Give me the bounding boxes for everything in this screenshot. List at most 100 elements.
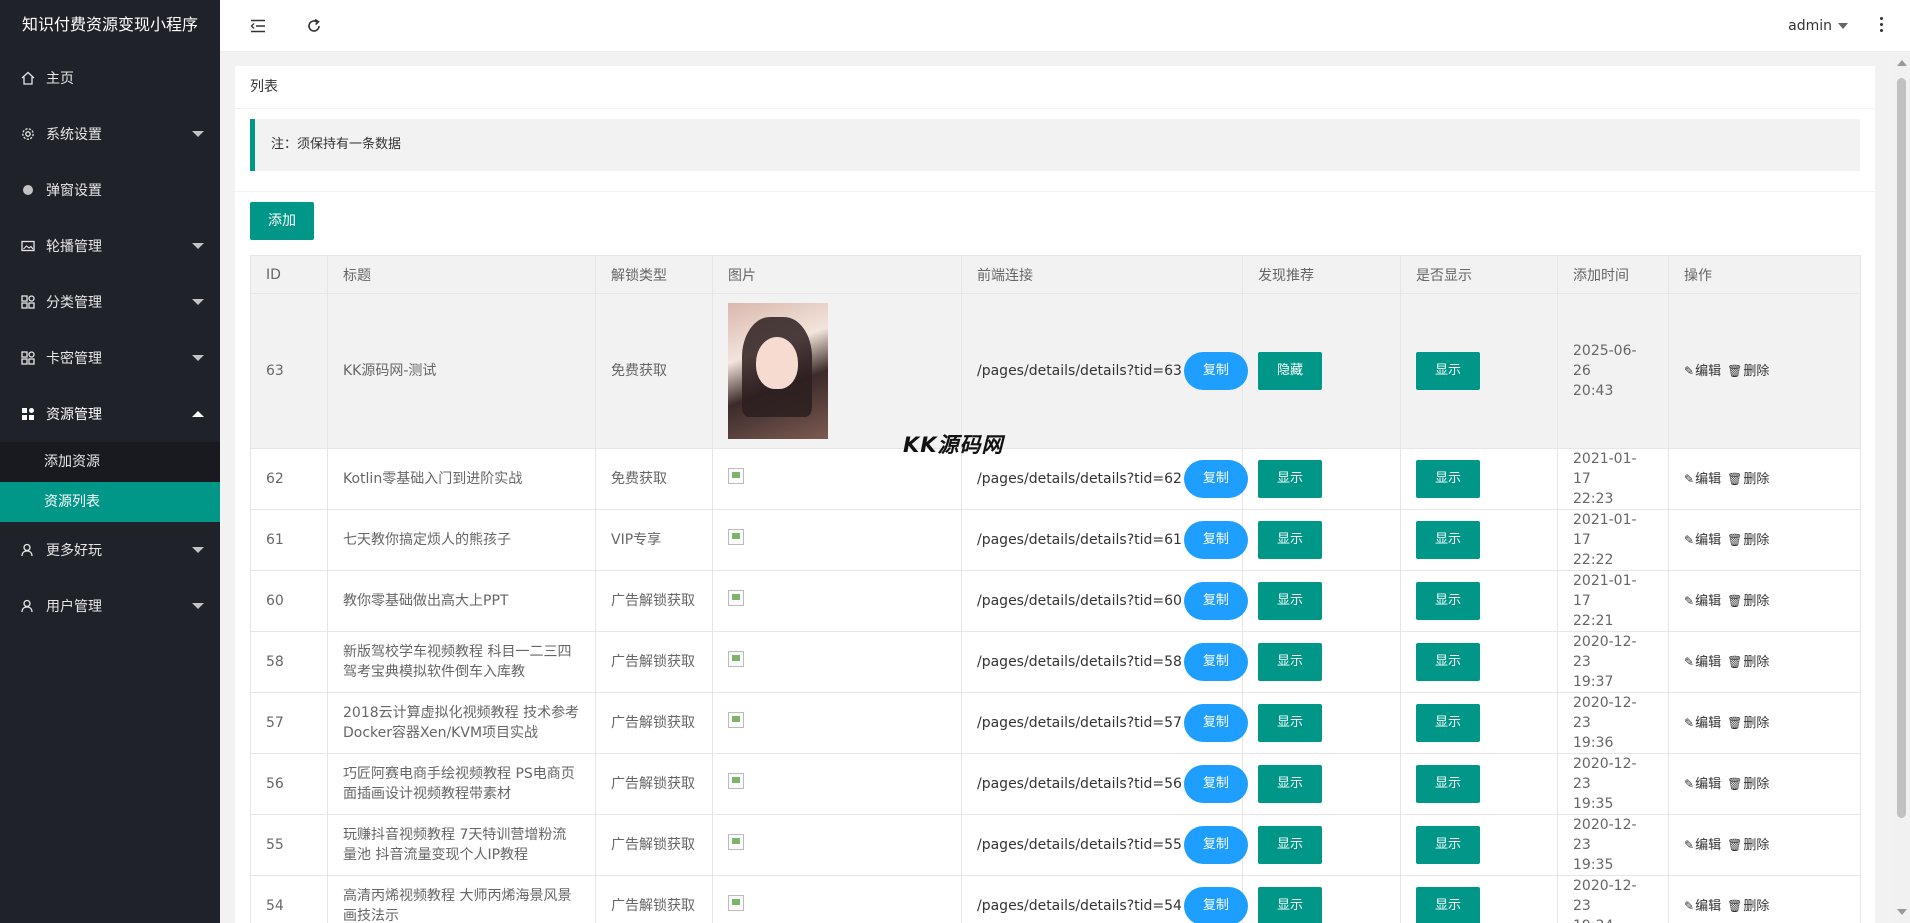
delete-link[interactable]: 🗑删除 bbox=[1727, 472, 1769, 487]
edit-link[interactable]: ✎编辑 bbox=[1684, 899, 1721, 914]
cell-id: 54 bbox=[250, 875, 328, 923]
scroll-up-icon[interactable] bbox=[1897, 60, 1907, 66]
cell-image bbox=[712, 293, 962, 449]
refresh-icon[interactable] bbox=[304, 16, 324, 36]
pencil-icon: ✎ bbox=[1684, 837, 1695, 852]
recommend-toggle-button[interactable]: 显示 bbox=[1258, 521, 1322, 559]
copy-button[interactable]: 复制 bbox=[1183, 643, 1248, 681]
edit-label: 编辑 bbox=[1695, 715, 1722, 731]
edit-link[interactable]: ✎编辑 bbox=[1684, 533, 1721, 548]
sidebar-item-more-fun[interactable]: 更多好玩 bbox=[0, 522, 220, 578]
page-scrollbar[interactable] bbox=[1893, 52, 1910, 923]
show-toggle-button[interactable]: 显示 bbox=[1416, 582, 1480, 620]
column-header: 添加时间 bbox=[1557, 255, 1669, 294]
delete-link[interactable]: 🗑删除 bbox=[1727, 838, 1769, 853]
show-toggle-button[interactable]: 显示 bbox=[1416, 521, 1480, 559]
card-title: 列表 bbox=[235, 66, 1875, 109]
cell-title: 2018云计算虚拟化视频教程 技术参考Docker容器Xen/KVM项目实战 bbox=[327, 692, 596, 754]
recommend-toggle-button[interactable]: 显示 bbox=[1258, 643, 1322, 681]
resource-table: ID 标题 解锁类型 图片 前端连接 发现推荐 是否显示 添加时间 操作 63 K… bbox=[250, 255, 1861, 923]
cell-recommend: 显示 bbox=[1242, 631, 1401, 693]
scroll-down-icon[interactable] bbox=[1897, 909, 1907, 915]
cell-unlock-type: 广告解锁获取 bbox=[595, 570, 713, 632]
cell-date: 2020-12-23 19:34 bbox=[1557, 875, 1669, 923]
delete-link[interactable]: 🗑删除 bbox=[1727, 364, 1769, 379]
sidebar-item-popup-settings[interactable]: 弹窗设置 bbox=[0, 162, 220, 218]
sidebar-item-users[interactable]: 用户管理 bbox=[0, 578, 220, 634]
image-icon bbox=[20, 238, 36, 254]
show-toggle-button[interactable]: 显示 bbox=[1416, 460, 1480, 498]
cell-title: 高清丙烯视频教程 大师丙烯海景风景画技法示 bbox=[327, 875, 596, 923]
edit-link[interactable]: ✎编辑 bbox=[1684, 364, 1721, 379]
cell-unlock-type: 免费获取 bbox=[595, 293, 713, 449]
cell-id: 57 bbox=[250, 692, 328, 754]
recommend-toggle-button[interactable]: 显示 bbox=[1258, 582, 1322, 620]
edit-link[interactable]: ✎编辑 bbox=[1684, 716, 1721, 731]
table-body: 63 KK源码网-测试 免费获取/pages/details/details?tid… bbox=[250, 293, 1861, 923]
sidebar-item-home[interactable]: 主页 bbox=[0, 50, 220, 106]
sidebar-item-carousel[interactable]: 轮播管理 bbox=[0, 218, 220, 274]
show-toggle-button[interactable]: 显示 bbox=[1416, 704, 1480, 742]
recommend-toggle-button[interactable]: 显示 bbox=[1258, 826, 1322, 864]
delete-link[interactable]: 🗑删除 bbox=[1727, 777, 1769, 792]
copy-button[interactable]: 复制 bbox=[1183, 826, 1248, 864]
recommend-toggle-button[interactable]: 显示 bbox=[1258, 887, 1322, 923]
delete-link[interactable]: 🗑删除 bbox=[1727, 655, 1769, 670]
add-button[interactable]: 添加 bbox=[250, 202, 314, 240]
edit-link[interactable]: ✎编辑 bbox=[1684, 655, 1721, 670]
cell-recommend: 显示 bbox=[1242, 692, 1401, 754]
cell-recommend: 显示 bbox=[1242, 753, 1401, 815]
edit-label: 编辑 bbox=[1695, 363, 1722, 379]
delete-link[interactable]: 🗑删除 bbox=[1727, 533, 1769, 548]
cell-title: 七天教你搞定烦人的熊孩子 bbox=[327, 509, 596, 571]
copy-button[interactable]: 复制 bbox=[1183, 460, 1248, 498]
column-header: 图片 bbox=[712, 255, 962, 294]
show-toggle-button[interactable]: 显示 bbox=[1416, 887, 1480, 923]
sidebar-subitem-add-resource[interactable]: 添加资源 bbox=[0, 442, 220, 482]
more-vertical-icon[interactable] bbox=[1876, 14, 1886, 38]
cell-title: KK源码网-测试 bbox=[327, 293, 596, 449]
copy-button[interactable]: 复制 bbox=[1183, 352, 1248, 390]
delete-link[interactable]: 🗑删除 bbox=[1727, 899, 1769, 914]
menu-collapse-icon[interactable] bbox=[248, 16, 268, 36]
sidebar-item-card-keys[interactable]: 卡密管理 bbox=[0, 330, 220, 386]
show-toggle-button[interactable]: 显示 bbox=[1416, 826, 1480, 864]
edit-link[interactable]: ✎编辑 bbox=[1684, 838, 1721, 853]
recommend-toggle-button[interactable]: 显示 bbox=[1258, 765, 1322, 803]
cell-actions: ✎编辑 🗑删除 bbox=[1668, 692, 1861, 754]
sidebar-subitem-resource-list[interactable]: 资源列表 bbox=[0, 482, 220, 522]
edit-link[interactable]: ✎编辑 bbox=[1684, 777, 1721, 792]
show-toggle-button[interactable]: 显示 bbox=[1416, 765, 1480, 803]
recommend-toggle-button[interactable]: 隐藏 bbox=[1258, 352, 1322, 390]
show-toggle-button[interactable]: 显示 bbox=[1416, 643, 1480, 681]
delete-label: 删除 bbox=[1743, 532, 1770, 548]
scrollbar-thumb[interactable] bbox=[1897, 78, 1906, 818]
table-row: 60 教你零基础做出高大上PPT 广告解锁获取/pages/details/deta… bbox=[250, 570, 1861, 632]
time-text: 19:34 bbox=[1573, 918, 1613, 923]
delete-link[interactable]: 🗑删除 bbox=[1727, 594, 1769, 609]
table-row: 54 高清丙烯视频教程 大师丙烯海景风景画技法示 广告解锁获取/pages/deta… bbox=[250, 875, 1861, 923]
sidebar-item-resources[interactable]: 资源管理 bbox=[0, 386, 220, 442]
edit-label: 编辑 bbox=[1695, 837, 1722, 853]
broken-image-icon bbox=[728, 834, 744, 850]
copy-button[interactable]: 复制 bbox=[1183, 704, 1248, 742]
edit-link[interactable]: ✎编辑 bbox=[1684, 594, 1721, 609]
copy-button[interactable]: 复制 bbox=[1183, 765, 1248, 803]
sidebar-item-system-settings[interactable]: 系统设置 bbox=[0, 106, 220, 162]
cell-show: 显示 bbox=[1400, 692, 1558, 754]
sidebar-item-category[interactable]: 分类管理 bbox=[0, 274, 220, 330]
cell-link: /pages/details/details?tid=61 复制 bbox=[961, 509, 1248, 571]
show-toggle-button[interactable]: 显示 bbox=[1416, 352, 1480, 390]
recommend-toggle-button[interactable]: 显示 bbox=[1258, 704, 1322, 742]
delete-link[interactable]: 🗑删除 bbox=[1727, 716, 1769, 731]
broken-image-icon bbox=[728, 468, 744, 484]
recommend-toggle-button[interactable]: 显示 bbox=[1258, 460, 1322, 498]
cell-id: 55 bbox=[250, 814, 328, 876]
user-menu[interactable]: admin bbox=[1788, 0, 1848, 52]
cell-unlock-type: VIP专享 bbox=[595, 509, 713, 571]
copy-button[interactable]: 复制 bbox=[1183, 887, 1248, 923]
delete-label: 删除 bbox=[1743, 363, 1770, 379]
copy-button[interactable]: 复制 bbox=[1183, 521, 1248, 559]
edit-link[interactable]: ✎编辑 bbox=[1684, 472, 1721, 487]
copy-button[interactable]: 复制 bbox=[1183, 582, 1248, 620]
